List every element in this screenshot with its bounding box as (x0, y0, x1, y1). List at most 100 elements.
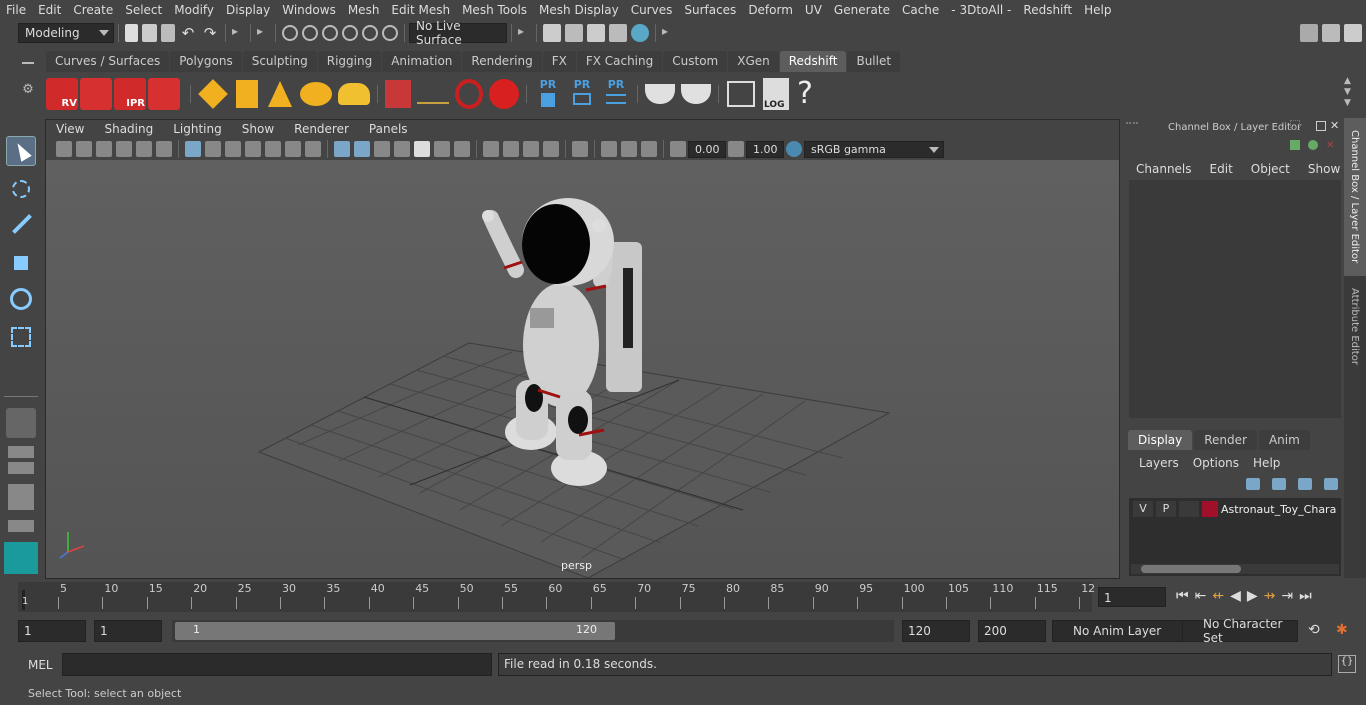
tab-custom[interactable]: Custom (663, 51, 728, 72)
script-language-label[interactable]: MEL (28, 658, 53, 672)
textured-icon[interactable] (394, 141, 410, 157)
rs-sun-sky-icon[interactable] (338, 83, 370, 105)
layers-menu[interactable]: Layers (1139, 456, 1179, 470)
scrollbar-thumb[interactable] (1141, 565, 1241, 573)
hypershade-icon[interactable] (631, 24, 649, 42)
color-management-icon[interactable] (786, 141, 802, 157)
rs-pr-object-icon[interactable]: PR (533, 78, 563, 110)
playback-end-field[interactable]: 120 (902, 620, 970, 642)
rs-light-area-icon[interactable] (198, 79, 228, 109)
grip-icon[interactable] (1290, 120, 1300, 130)
collapse-icon[interactable]: ▸ (257, 24, 269, 42)
save-scene-icon[interactable] (161, 24, 175, 42)
gate-mask-icon[interactable] (245, 141, 261, 157)
step-forward-icon[interactable]: ⇸ (1264, 588, 1276, 604)
default-material-icon[interactable] (374, 141, 390, 157)
rs-render-view-icon[interactable]: RV (46, 78, 78, 110)
tab-fx[interactable]: FX (542, 51, 576, 72)
key-icon[interactable] (1308, 140, 1318, 150)
tab-animation[interactable]: Animation (382, 51, 462, 72)
menu-edit[interactable]: Edit (32, 3, 67, 17)
layer-playback-toggle[interactable]: P (1156, 501, 1176, 517)
resolution-gate-icon[interactable] (225, 141, 241, 157)
lights-icon[interactable] (434, 141, 450, 157)
menu-windows[interactable]: Windows (276, 3, 342, 17)
undo-icon[interactable]: ↶ (179, 24, 197, 42)
channel-object-menu[interactable]: Object (1251, 162, 1290, 176)
camera-select-icon[interactable] (56, 141, 72, 157)
camera-attributes-icon[interactable] (76, 141, 92, 157)
menu-help[interactable]: Help (1078, 3, 1117, 17)
rs-hair-icon[interactable] (417, 84, 449, 104)
menu-surfaces[interactable]: Surfaces (678, 3, 742, 17)
move-layer-up-icon[interactable] (1246, 478, 1260, 490)
collapse-icon[interactable]: ▸ (232, 24, 244, 42)
step-back-icon[interactable]: ⇷ (1212, 588, 1224, 604)
time-ruler[interactable]: 1 5 10 15 20 25 30 35 40 45 50 55 60 65 70 75 80 85 90 95 1… (18, 582, 1095, 612)
close-icon[interactable]: ✕ (1330, 119, 1339, 132)
snap-live-icon[interactable] (382, 25, 398, 41)
menu-redshift[interactable]: Redshift (1017, 3, 1078, 17)
command-input[interactable] (62, 653, 492, 676)
playback-start-field[interactable]: 1 (94, 620, 162, 642)
layout-single-icon[interactable] (8, 446, 34, 458)
exposure-field[interactable]: 0.00 (688, 140, 726, 158)
range-slider-handle[interactable]: 1 120 (175, 622, 615, 640)
lasso-tool-icon[interactable] (6, 174, 36, 204)
toggle-panel-icon[interactable] (1344, 24, 1362, 42)
tab-redshift[interactable]: Redshift (779, 51, 847, 72)
safe-title-icon[interactable] (305, 141, 321, 157)
end-time-field[interactable]: 200 (978, 620, 1046, 642)
current-frame-field[interactable]: 1 (1098, 587, 1166, 607)
menu-curves[interactable]: Curves (625, 3, 679, 17)
render-frame-icon[interactable] (565, 24, 583, 42)
play-backward-icon[interactable]: ◀ (1230, 588, 1241, 604)
menu-edit-mesh[interactable]: Edit Mesh (385, 3, 456, 17)
go-to-start-icon[interactable]: ⏮ (1176, 588, 1189, 604)
tab-bullet[interactable]: Bullet (847, 51, 901, 72)
layout-side-icon[interactable] (8, 484, 34, 510)
layer-row[interactable]: V P Astronaut_Toy_Charac (1133, 500, 1337, 518)
3d-viewport[interactable]: persp (46, 160, 1119, 579)
workspace-icon[interactable] (1300, 24, 1318, 42)
range-slider[interactable]: 1 120 (172, 620, 894, 642)
render-view-icon[interactable] (543, 24, 561, 42)
panel-grip-icon[interactable] (1126, 122, 1138, 132)
last-tool-icon[interactable] (6, 408, 36, 438)
anti-alias-icon[interactable] (523, 141, 539, 157)
paint-select-tool-icon[interactable] (6, 210, 36, 240)
rs-volume-icon[interactable] (455, 79, 483, 109)
tab-curves-surfaces[interactable]: Curves / Surfaces (46, 51, 170, 72)
tab-display[interactable]: Display (1128, 430, 1193, 450)
anim-preferences-icon[interactable]: ✱ (1336, 622, 1348, 638)
image-plane-icon[interactable] (116, 141, 132, 157)
menu-mesh-tools[interactable]: Mesh Tools (456, 3, 533, 17)
exposure-icon[interactable] (670, 141, 686, 157)
play-forward-icon[interactable]: ▶ (1247, 588, 1258, 604)
menu-mesh[interactable]: Mesh (342, 3, 386, 17)
live-surface-field[interactable]: No Live Surface (409, 19, 507, 47)
tab-sculpting[interactable]: Sculpting (242, 51, 317, 72)
panel-menu-view[interactable]: View (46, 122, 94, 136)
move-layer-down-icon[interactable] (1272, 478, 1286, 490)
rs-light-portal-icon[interactable] (236, 80, 258, 108)
menu-cache[interactable]: Cache (896, 3, 945, 17)
collapse-icon[interactable]: ▸ (518, 24, 530, 42)
anim-layer-dropdown[interactable]: No Anim Layer (1052, 620, 1188, 642)
shelf-menu-icon[interactable] (22, 62, 34, 64)
layer-options-menu[interactable]: Options (1193, 456, 1239, 470)
rs-render-sequence-icon[interactable] (80, 78, 112, 110)
layout-stack-icon[interactable] (8, 520, 34, 532)
colorspace-dropdown[interactable]: sRGB gamma (804, 140, 944, 158)
open-scene-icon[interactable] (142, 24, 157, 42)
new-layer-selected-icon[interactable] (1324, 478, 1338, 490)
grid-icon[interactable] (185, 141, 201, 157)
menu-uv[interactable]: UV (799, 3, 828, 17)
channels-menu[interactable]: Channels (1136, 162, 1192, 176)
film-gate-icon[interactable] (205, 141, 221, 157)
snap-projected-icon[interactable] (342, 25, 358, 41)
layer-sets-icon[interactable] (1290, 140, 1300, 150)
rs-dome-light-icon[interactable] (300, 82, 332, 106)
xray-joints-icon[interactable] (601, 141, 617, 157)
menu-deform[interactable]: Deform (742, 3, 799, 17)
